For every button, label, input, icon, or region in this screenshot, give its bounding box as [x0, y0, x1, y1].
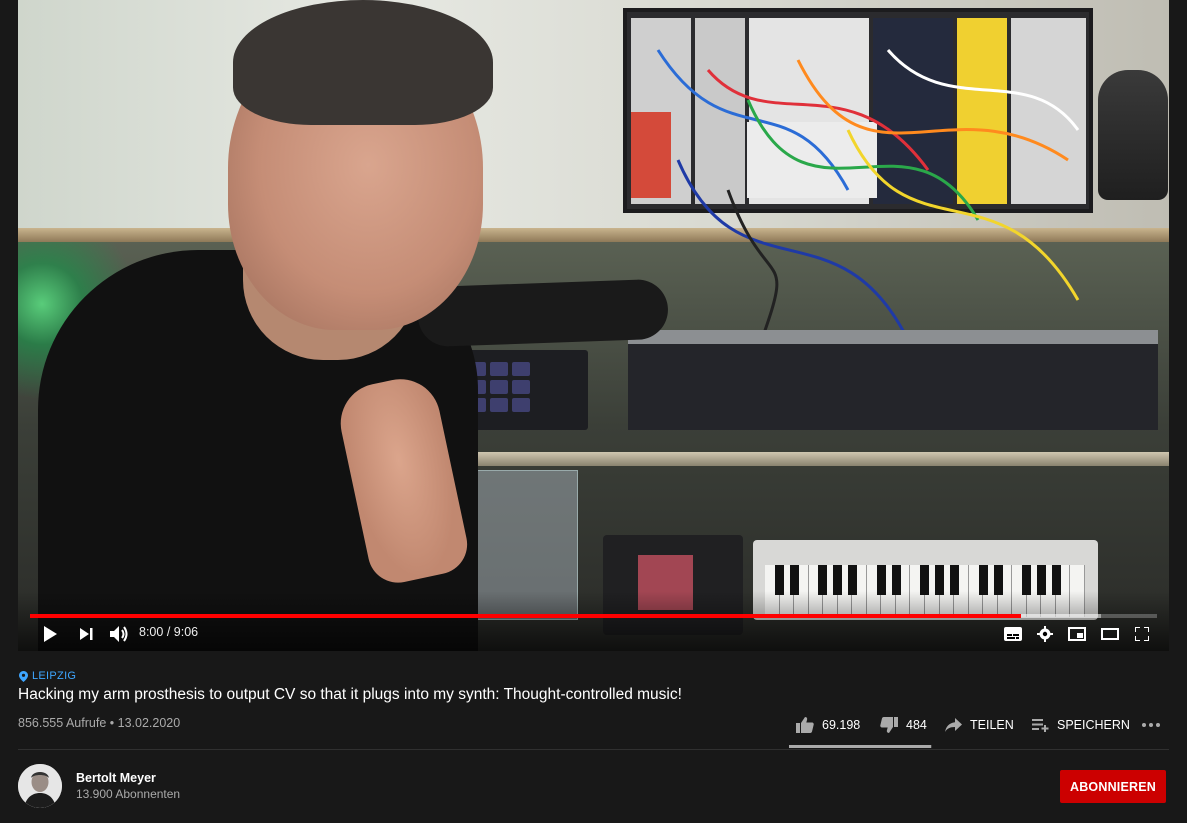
sentiment-bar: [789, 745, 932, 748]
fullscreen-button[interactable]: [1131, 622, 1153, 646]
like-button[interactable]: 69.198: [796, 712, 860, 738]
play-button[interactable]: [38, 622, 62, 646]
share-button[interactable]: TEILEN: [945, 712, 1014, 738]
video-title: Hacking my arm prosthesis to output CV s…: [18, 686, 682, 703]
sentiment-like-fill: [789, 745, 931, 748]
like-count: 69.198: [822, 718, 861, 732]
channel-avatar[interactable]: [18, 764, 62, 808]
time-current: 8:00: [139, 625, 164, 639]
divider: [18, 749, 1169, 750]
time-total: 9:06: [173, 625, 199, 639]
view-count: 856.555 Aufrufe: [18, 716, 107, 730]
miniplayer-button[interactable]: [1066, 622, 1088, 646]
subtitles-button[interactable]: [1002, 622, 1024, 646]
volume-icon: [110, 626, 128, 642]
subscriber-count: 13.900 Abonnenten: [76, 787, 181, 801]
video-patch-cables: [656, 49, 1080, 351]
view-info: 856.555 Aufrufe • 13.02.2020: [18, 716, 180, 730]
video-player[interactable]: 8:00 / 9:06: [18, 0, 1169, 651]
share-label: TEILEN: [970, 718, 1014, 732]
time-separator: /: [163, 625, 174, 639]
more-horizontal-icon: [1142, 723, 1160, 727]
controls-gradient: [18, 591, 1169, 651]
view-separator: •: [109, 716, 115, 730]
play-icon: [44, 626, 57, 642]
progress-played: [30, 614, 1021, 618]
playlist-add-icon: [1032, 718, 1049, 732]
theater-button[interactable]: [1099, 622, 1121, 646]
location-pin-icon: [19, 670, 28, 682]
location-link[interactable]: LEIPZIG: [19, 670, 76, 682]
avatar-icon: [18, 764, 62, 808]
save-label: SPEICHERN: [1057, 718, 1130, 732]
video-person-hair: [233, 0, 493, 125]
volume-button[interactable]: [106, 622, 132, 646]
next-button[interactable]: [74, 622, 98, 646]
settings-button[interactable]: [1034, 622, 1056, 646]
share-icon: [945, 718, 962, 732]
channel-name[interactable]: Bertolt Meyer: [76, 771, 156, 785]
video-frame[interactable]: [18, 0, 1169, 651]
upload-date: 13.02.2020: [117, 716, 181, 730]
miniplayer-icon: [1068, 627, 1086, 641]
theater-icon: [1101, 628, 1119, 640]
fullscreen-icon: [1135, 627, 1149, 641]
progress-bar[interactable]: [30, 614, 1157, 618]
save-button[interactable]: SPEICHERN: [1032, 712, 1130, 738]
video-bionic-hand: [1098, 70, 1168, 200]
video-sequencer: [628, 330, 1158, 430]
dislike-count: 484: [906, 718, 927, 732]
subscribe-button[interactable]: ABONNIEREN: [1060, 770, 1166, 803]
location-label: LEIPZIG: [32, 670, 77, 682]
settings-icon: [1037, 626, 1053, 642]
next-icon: [80, 628, 93, 640]
thumbs-up-icon: [796, 717, 814, 733]
video-shelf-lower: [438, 452, 1169, 466]
more-actions-button[interactable]: [1142, 712, 1160, 738]
subtitles-icon: [1004, 627, 1022, 641]
time-display: 8:00 / 9:06: [139, 625, 198, 639]
dislike-button[interactable]: 484: [880, 712, 927, 738]
thumbs-down-icon: [880, 717, 898, 733]
